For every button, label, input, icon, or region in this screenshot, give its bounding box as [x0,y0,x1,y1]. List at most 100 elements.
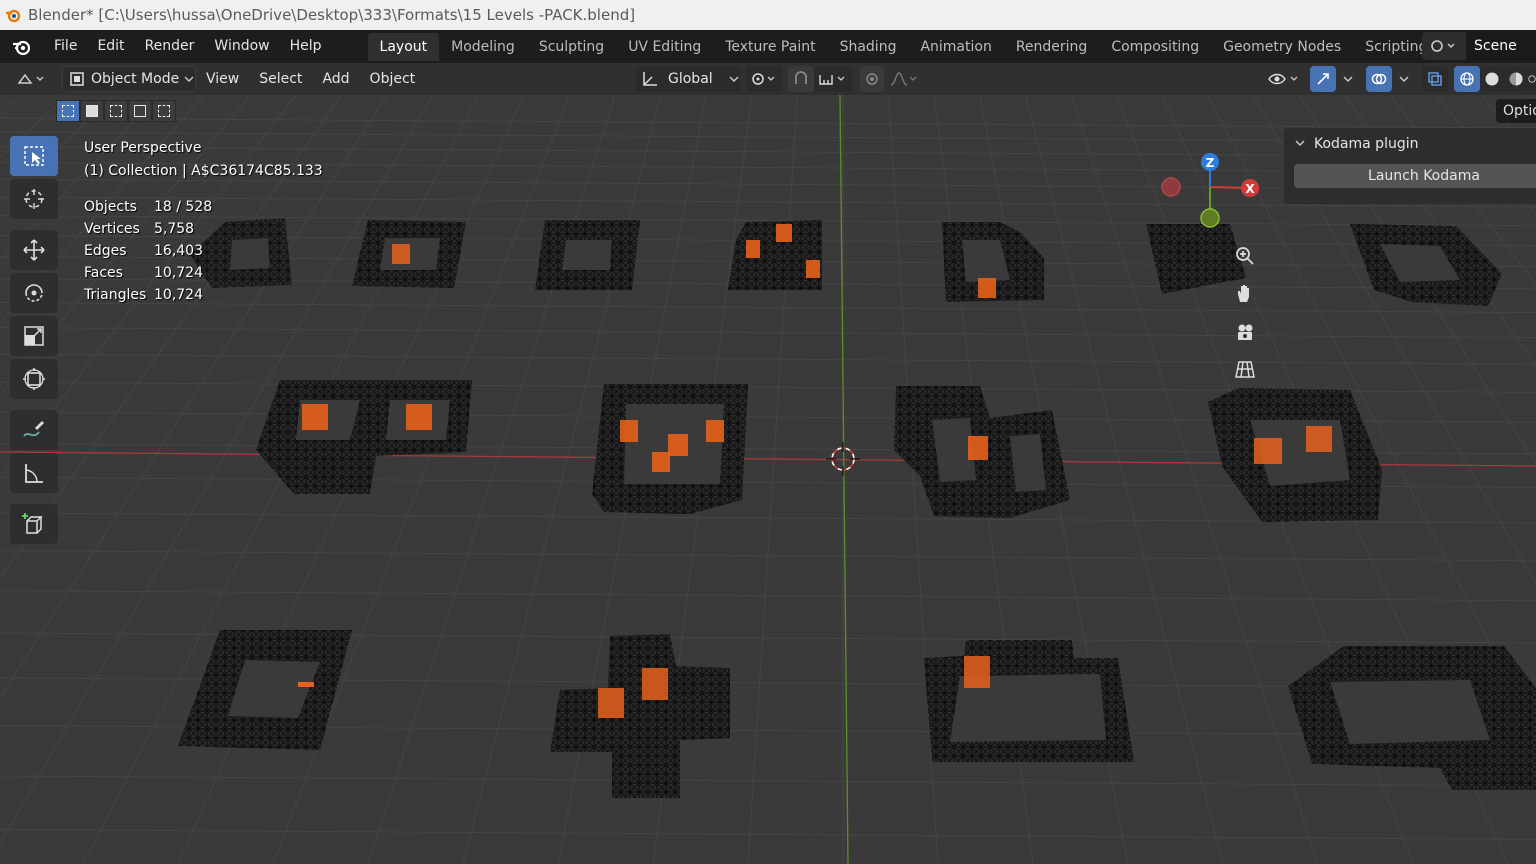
grid-line [0,775,1536,787]
add-cube-icon [22,513,43,534]
move-icon [23,239,45,261]
tab-animation[interactable]: Animation [908,33,1003,61]
menu-render[interactable]: Render [135,30,205,63]
editor-type-icon[interactable] [8,66,58,92]
rendered-shading-icon[interactable] [1528,66,1536,92]
cursor-icon [24,189,44,209]
select-invert-icon[interactable] [128,100,152,122]
blender-menu-icon[interactable] [0,30,44,63]
level-mesh-15[interactable] [1288,646,1536,790]
menu-object[interactable]: Object [360,71,426,87]
stat-row-triangles: Triangles 10,724 [84,284,212,306]
chevron-down-icon[interactable] [1394,66,1414,92]
level-mesh-4[interactable] [728,220,822,290]
zoom-icon[interactable] [1229,240,1261,272]
y-axis-handle[interactable] [1200,208,1220,228]
snap-toggle-icon[interactable] [788,66,814,92]
menu-window[interactable]: Window [204,30,279,63]
level-mesh-11[interactable] [1208,388,1382,522]
pivot-point-icon[interactable] [746,66,782,92]
stat-label: Faces [84,265,123,281]
tab-uv-editing[interactable]: UV Editing [616,33,713,61]
tab-texture-paint[interactable]: Texture Paint [713,33,827,61]
mode-dropdown[interactable]: Object Mode [62,66,196,92]
measure-tool[interactable] [10,453,58,493]
menu-edit[interactable]: Edit [87,30,134,63]
transform-orientation-dropdown[interactable]: Global [636,66,740,92]
overlays-toggle-icon[interactable] [1366,66,1392,92]
select-extend-icon[interactable] [80,100,104,122]
select-intersect-icon[interactable] [152,100,176,122]
chevron-down-icon[interactable] [1338,66,1358,92]
transform-icon [23,368,45,390]
add-cube-tool[interactable] [10,504,58,544]
camera-view-icon[interactable] [1229,316,1261,348]
y-axis-line [839,95,849,864]
annotate-tool[interactable] [10,410,58,450]
level-mesh-8[interactable] [256,380,472,494]
measure-icon [25,464,43,483]
proportional-edit-icon[interactable] [860,66,884,92]
tab-sculpting[interactable]: Sculpting [527,33,616,61]
tab-compositing[interactable]: Compositing [1099,33,1211,61]
chevron-down-icon [184,76,194,82]
level-mesh-14[interactable] [924,640,1134,762]
grid-line [747,95,798,864]
menu-file[interactable]: File [44,30,87,63]
scale-icon [24,326,44,346]
menu-view[interactable]: View [196,71,249,87]
rotate-icon [25,284,43,302]
tab-geometry-nodes[interactable]: Geometry Nodes [1211,33,1353,61]
snap-target-icon[interactable] [814,66,852,92]
transform-tool[interactable] [10,359,58,399]
tab-modeling[interactable]: Modeling [439,33,527,61]
kodama-panel-header[interactable]: Kodama plugin [1284,128,1536,160]
material-shading-icon[interactable] [1504,66,1528,92]
stat-row-objects: Objects 18 / 528 [84,196,212,218]
cursor-tool[interactable] [10,179,58,219]
menu-select[interactable]: Select [249,71,312,87]
object-mode-icon [70,72,84,86]
level-mesh-13[interactable] [550,634,730,798]
scene-name[interactable]: Scene [1466,32,1536,60]
menu-help[interactable]: Help [280,30,332,63]
falloff-icon[interactable] [886,66,922,92]
level-mesh-5[interactable] [942,222,1044,302]
gizmo-toggle-icon[interactable] [1310,66,1336,92]
wireframe-shading-icon[interactable] [1454,66,1480,92]
level-mesh-3[interactable] [535,220,640,290]
solid-shading-icon[interactable] [1480,66,1504,92]
kodama-panel-title: Kodama plugin [1314,136,1419,152]
select-subtract-icon[interactable] [104,100,128,122]
launch-kodama-button[interactable]: Launch Kodama [1294,164,1536,188]
tab-layout[interactable]: Layout [367,32,440,61]
rotate-tool[interactable] [10,273,58,313]
visibility-icon[interactable] [1264,66,1304,92]
stat-label: Triangles [84,287,147,303]
tab-shading[interactable]: Shading [828,33,909,61]
stat-row-faces: Faces 10,724 [84,262,212,284]
neg-x-axis-handle[interactable] [1161,177,1181,197]
options-button[interactable]: Options [1496,99,1536,123]
scale-tool[interactable] [10,316,58,356]
level-mesh-7[interactable] [1350,224,1502,306]
select-new-icon[interactable] [56,100,80,122]
stat-value: 5,758 [154,221,195,237]
menu-add[interactable]: Add [312,71,359,87]
xray-toggle-icon[interactable] [1422,66,1448,92]
navigation-gizmo[interactable]: Z X [1150,145,1270,235]
level-mesh-12[interactable] [178,630,352,750]
scene-selector[interactable]: Scene [1422,32,1536,60]
pan-hand-icon[interactable] [1229,277,1261,309]
level-mesh-9[interactable] [592,384,748,514]
3d-viewport[interactable]: User Perspective (1) Collection | A$C361… [0,95,1536,864]
tab-rendering[interactable]: Rendering [1004,33,1100,61]
select-box-tool[interactable] [10,136,58,176]
scene-icon[interactable] [1422,32,1466,60]
window-title: Blender* [C:\Users\hussa\OneDrive\Deskto… [28,6,636,24]
level-mesh-2[interactable] [352,220,466,288]
move-tool[interactable] [10,230,58,270]
viewport-header: Object Mode View Select Add Object Globa… [0,63,1536,95]
perspective-toggle-icon[interactable] [1229,353,1261,385]
level-mesh-10[interactable] [894,386,1070,518]
